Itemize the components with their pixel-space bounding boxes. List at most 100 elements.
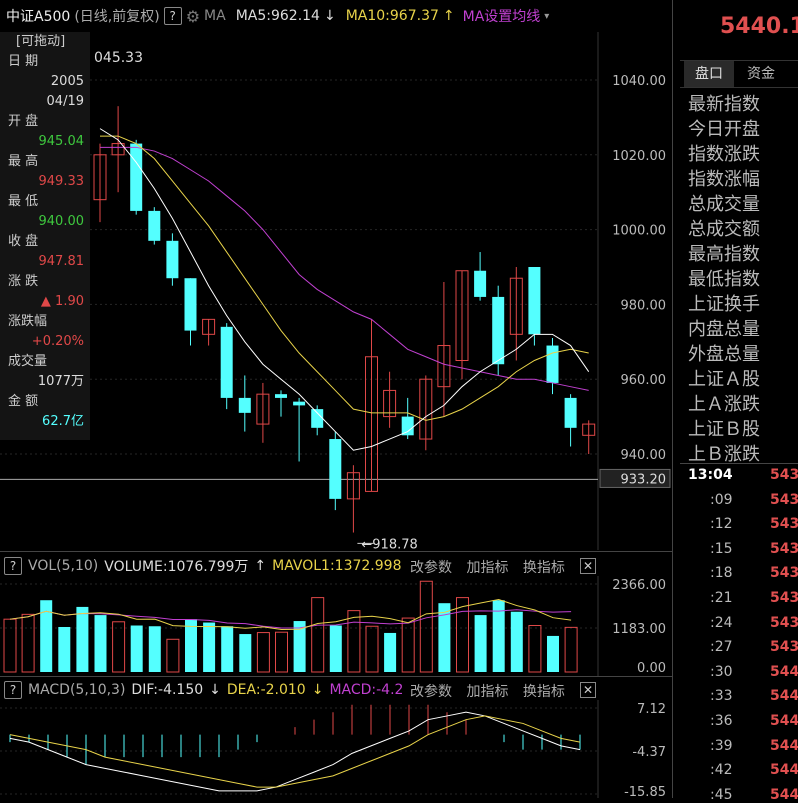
macd-close-button[interactable]: ✕ <box>580 682 596 698</box>
candle-body <box>401 416 414 436</box>
macd-add-indicator-button[interactable]: 加指标 <box>466 684 508 700</box>
candle-body <box>275 394 287 398</box>
candle-body <box>329 439 342 499</box>
candle-body <box>474 270 487 297</box>
low-value: 940.00 <box>38 214 85 229</box>
macd-tick-label: -4.37 <box>632 745 666 760</box>
macd-chart[interactable]: 7.12 -4.37 -15.85 <box>0 700 672 798</box>
ma5-arrow-icon: ↓ <box>323 8 336 24</box>
change-params-button[interactable]: 改参数 <box>410 560 452 576</box>
tab-pankou[interactable]: 盘口 <box>684 61 734 87</box>
vertical-divider <box>672 0 673 798</box>
volume-bar <box>384 632 397 672</box>
help-button[interactable]: ? <box>163 7 182 25</box>
drag-handle[interactable]: [可拖动] <box>0 32 90 52</box>
candle-body <box>564 397 577 428</box>
date-label: 日 期 <box>8 54 39 69</box>
candle-body <box>528 267 541 335</box>
volume-bar <box>203 622 216 672</box>
dea-arrow-icon: ↓ <box>311 682 324 698</box>
indicator-item: 总成交量 <box>688 194 760 215</box>
mavol1-line <box>9 598 572 631</box>
volume-bar <box>438 603 451 672</box>
high-value: 949.33 <box>38 174 85 189</box>
y-tick-label: 1040.00 <box>612 74 666 89</box>
indicator-item: 外盘总量 <box>688 344 760 365</box>
volume-help-button[interactable]: ? <box>4 557 22 575</box>
volume-bar <box>311 597 325 673</box>
index-name[interactable]: 中证A500 <box>6 6 70 26</box>
current-price-label: 933.20 <box>621 472 667 487</box>
volume-bar <box>419 580 433 673</box>
tab-funds[interactable]: 资金 <box>736 61 786 87</box>
macd-help-button[interactable]: ? <box>4 681 22 699</box>
date-md: 04/19 <box>46 94 84 109</box>
tick-price: 543 <box>770 467 798 483</box>
app-root: 中证A500 (日线,前复权) ? ⚙ MA MA5:962.14 ↓ MA10… <box>0 0 798 803</box>
chart-header: 中证A500 (日线,前复权) ? ⚙ MA MA5:962.14 ↓ MA10… <box>0 0 672 32</box>
period-mode[interactable]: (日线,前复权) <box>74 6 159 26</box>
macd-change-params-button[interactable]: 改参数 <box>410 684 452 700</box>
tick-time: :12 <box>710 516 733 533</box>
ma5-line <box>99 128 590 451</box>
macd-tick-label: -15.85 <box>624 785 666 798</box>
tick-price: 543 <box>770 590 798 606</box>
volume-bar <box>275 631 288 673</box>
candle-body <box>492 296 505 365</box>
indicator-item: 上证Ｂ股 <box>688 419 760 440</box>
candle-body <box>148 210 161 241</box>
volume-chart[interactable]: 2366.00 1183.00 0.00 <box>0 576 672 676</box>
volume-bar <box>58 626 71 672</box>
ma-settings-button[interactable]: MA设置均线 <box>463 6 541 26</box>
tick-price: 543 <box>770 639 798 656</box>
tick-time: :15 <box>710 540 733 557</box>
date-year: 2005 <box>50 74 84 89</box>
volume-bar <box>221 626 234 672</box>
tick-time: 13:04 <box>688 467 733 483</box>
y-tick-label: 960.00 <box>621 373 667 388</box>
dif-arrow-icon: ↓ <box>209 682 221 698</box>
info-panel[interactable]: [可拖动] 日 期 2005 04/19 开 盘 945.04 最 高 949.… <box>0 32 90 440</box>
volume-bar <box>401 617 415 673</box>
open-label: 开 盘 <box>8 114 39 129</box>
volume-tick-label: 2366.00 <box>612 578 666 593</box>
volume-value: VOLUME:1076.799万 <box>104 559 249 575</box>
volume-bar <box>3 618 17 673</box>
panel-divider-1 <box>0 551 672 552</box>
ticks-divider <box>680 463 798 464</box>
switch-indicator-button[interactable]: 换指标 <box>523 560 565 576</box>
tick-time: :42 <box>710 762 733 779</box>
candle-body <box>130 143 143 211</box>
y-tick-label: 940.00 <box>621 448 667 463</box>
tick-price: 544 <box>770 713 798 729</box>
macd-buttons: 改参数 加指标 换指标 <box>410 681 565 701</box>
volume-bar <box>256 632 270 673</box>
close-label: 收 盘 <box>8 234 39 249</box>
indicator-item: 总成交额 <box>688 219 760 240</box>
volume-value: 1077万 <box>37 374 84 389</box>
amount-label: 金 额 <box>8 394 39 409</box>
volume-tick-label: 1183.00 <box>612 622 666 637</box>
tick-time: :21 <box>710 590 733 606</box>
tick-time: :36 <box>710 713 733 729</box>
volume-buttons: 改参数 加指标 换指标 <box>410 557 565 577</box>
gear-icon[interactable]: ⚙ <box>186 7 200 26</box>
macd-switch-indicator-button[interactable]: 换指标 <box>523 684 565 700</box>
tick-price: 544 <box>770 688 798 705</box>
volume-bar <box>510 611 523 672</box>
indicator-item: 最高指数 <box>688 244 760 265</box>
volume-close-button[interactable]: ✕ <box>580 558 596 574</box>
volume-bar <box>347 610 361 673</box>
volume-title: VOL(5,10) <box>28 558 99 574</box>
add-indicator-button[interactable]: 加指标 <box>466 560 508 576</box>
candlestick-chart[interactable]: 1040.00 1020.00 1000.00 980.00 960.00 940.00 9… <box>0 32 672 550</box>
top-value-label: 045.33 <box>94 50 143 66</box>
macd-tick-label: 7.12 <box>637 702 666 717</box>
macd-value: MACD:-4.2 <box>329 682 404 698</box>
volume-bar <box>148 626 161 672</box>
latest-price: 5440.1 <box>720 14 798 39</box>
tick-time: :24 <box>710 614 733 631</box>
indicator-item: 最低指数 <box>688 269 760 290</box>
low-marker-label: ←918.78 <box>361 537 417 550</box>
chevron-down-icon[interactable]: ▾ <box>544 11 549 22</box>
